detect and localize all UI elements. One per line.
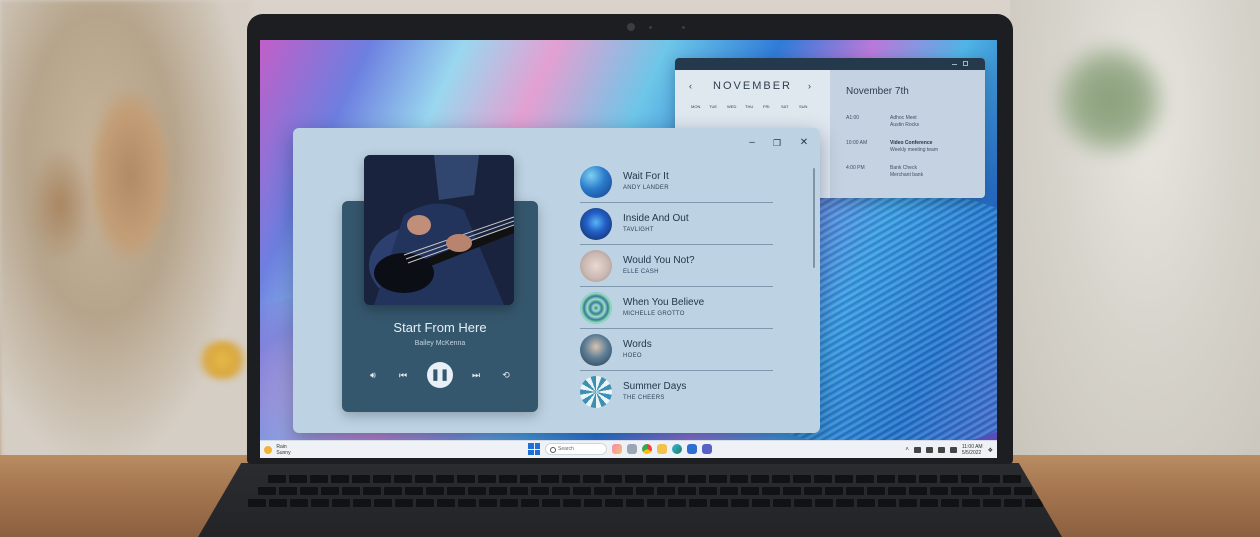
- track-thumbnail: [580, 376, 612, 408]
- weather-subtext: Sunny: [276, 450, 291, 456]
- next-track-icon[interactable]: ⏭︎: [469, 368, 483, 382]
- track-item[interactable]: Wait For It ANDY LANDER: [580, 161, 773, 203]
- next-month-icon[interactable]: ›: [808, 81, 811, 91]
- weekday-row: MON TUE WED THU FRI SAT SUN: [691, 104, 807, 109]
- now-playing-title: Start From Here: [393, 320, 487, 335]
- teams-icon[interactable]: [702, 444, 712, 454]
- clock-date: 5/5/2022: [961, 450, 982, 456]
- event-title: Video Conference: [890, 140, 933, 146]
- webcam-sensor: [682, 26, 685, 29]
- repeat-icon[interactable]: ⟲: [499, 368, 513, 382]
- track-artist: HOEO: [623, 353, 642, 359]
- chrome-icon[interactable]: [642, 444, 652, 454]
- plant: [1050, 40, 1170, 160]
- previous-track-icon[interactable]: ⏮︎: [396, 368, 410, 382]
- task-view-icon[interactable]: [627, 444, 637, 454]
- track-thumbnail: [580, 292, 612, 324]
- calendar-maximize-icon[interactable]: [963, 61, 968, 66]
- track-item[interactable]: Inside And Out TAVLIGHT: [580, 203, 773, 245]
- track-title: Inside And Out: [623, 213, 689, 224]
- weather-widget[interactable]: Rain Sunny: [264, 444, 291, 456]
- weekday: THU: [745, 104, 754, 109]
- calendar-month: NOVEMBER: [713, 80, 792, 92]
- event-subtitle: Austin Rocks: [890, 122, 920, 128]
- track-item[interactable]: Would You Not? ELLE CASH: [580, 245, 773, 287]
- music-player-window: – ❐ ✕ Start From Here Bailey McKenna 🔊︎ …: [293, 128, 820, 433]
- track-thumbnail: [580, 250, 612, 282]
- laptop: ‹ NOVEMBER › MON TUE WED THU FRI SAT SUN…: [247, 14, 1013, 464]
- track-artist: ELLE CASH: [623, 269, 659, 275]
- desktop-screen: ‹ NOVEMBER › MON TUE WED THU FRI SAT SUN…: [260, 40, 997, 458]
- close-icon[interactable]: ✕: [798, 137, 810, 149]
- weekday: TUE: [709, 104, 717, 109]
- start-icon[interactable]: [528, 443, 540, 455]
- now-playing-artist: Bailey McKenna: [414, 340, 466, 347]
- lemon: [195, 340, 250, 380]
- track-list-scrollbar[interactable]: [813, 168, 815, 268]
- minimize-icon[interactable]: –: [746, 137, 758, 149]
- calendar-minimize-icon[interactable]: [952, 64, 957, 65]
- event-title: Adhoc Meet: [890, 115, 917, 121]
- cutting-board-small: [30, 150, 90, 260]
- pause-button[interactable]: ❚❚: [427, 362, 453, 388]
- track-artist: ANDY LANDER: [623, 185, 669, 191]
- track-title: Would You Not?: [623, 255, 695, 266]
- cloud-icon[interactable]: [913, 447, 921, 453]
- calendar-titlebar: [675, 58, 985, 70]
- track-artist: MICHELLE GROTTO: [623, 311, 685, 317]
- webcam-light: [649, 26, 652, 29]
- chevron-up-icon[interactable]: ˄: [905, 447, 909, 453]
- speaker-icon[interactable]: [937, 447, 945, 453]
- weekday: WED: [727, 104, 737, 109]
- track-item[interactable]: When You Believe MICHELLE GROTTO: [580, 287, 773, 329]
- weekday: MON: [691, 104, 701, 109]
- track-list: Wait For It ANDY LANDER Inside And Out T…: [580, 161, 773, 413]
- track-title: Summer Days: [623, 381, 687, 392]
- calendar-events-panel: November 7th A1:00 Adhoc Meet Austin Rock…: [830, 70, 985, 198]
- selected-date: November 7th: [846, 86, 909, 97]
- webcam: [627, 23, 635, 31]
- file-explorer-icon[interactable]: [657, 444, 667, 454]
- taskbar-search[interactable]: Search: [545, 443, 607, 455]
- edge-icon[interactable]: [672, 444, 682, 454]
- widgets-icon[interactable]: [612, 444, 622, 454]
- event-time: 10:00 AM: [846, 140, 868, 146]
- weekday: SUN: [799, 104, 808, 109]
- track-thumbnail: [580, 208, 612, 240]
- event-subtitle: Merchant bank: [890, 172, 924, 178]
- event-subtitle: Weekly meeting team: [890, 147, 938, 153]
- store-icon[interactable]: [687, 444, 697, 454]
- event-time: 4:00 PM: [846, 165, 865, 171]
- track-item[interactable]: Words HOEO: [580, 329, 773, 371]
- notification-icon[interactable]: ❖: [988, 447, 993, 454]
- track-thumbnail: [580, 166, 612, 198]
- taskbar: Rain Sunny Search ˄ 11:00 AM 5/5/2022 ❖: [260, 440, 997, 458]
- event-time: A1:00: [846, 115, 860, 121]
- calendar-close-icon[interactable]: [974, 61, 979, 66]
- event-title: Bank Check: [890, 165, 917, 171]
- track-title: When You Believe: [623, 297, 705, 308]
- track-item[interactable]: Summer Days THE CHEERS: [580, 371, 773, 413]
- wifi-icon[interactable]: [925, 447, 933, 453]
- restore-icon[interactable]: ❐: [771, 137, 783, 149]
- weekday: FRI: [763, 104, 770, 109]
- battery-icon[interactable]: [949, 447, 957, 453]
- taskbar-apps: Search: [528, 443, 712, 455]
- track-title: Words: [623, 339, 652, 350]
- weekday: SAT: [781, 104, 789, 109]
- laptop-keyboard: [198, 463, 1062, 537]
- volume-icon[interactable]: 🔊︎: [366, 368, 380, 382]
- sun-icon: [264, 446, 272, 454]
- track-thumbnail: [580, 334, 612, 366]
- guitar-player-image: [364, 155, 514, 305]
- track-artist: THE CHEERS: [623, 395, 665, 401]
- clock[interactable]: 11:00 AM 5/5/2022: [962, 444, 983, 456]
- system-tray: ˄ 11:00 AM 5/5/2022 ❖: [905, 444, 993, 456]
- track-artist: TAVLIGHT: [623, 227, 654, 233]
- album-art: [364, 155, 514, 305]
- cutting-board: [90, 90, 170, 260]
- track-title: Wait For It: [623, 171, 669, 182]
